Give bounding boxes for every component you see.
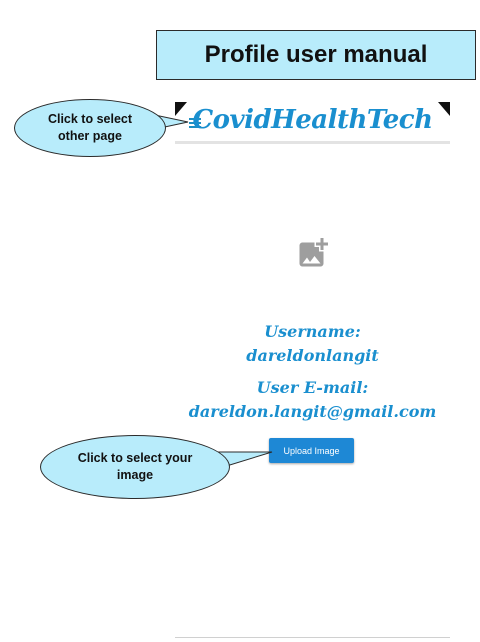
add-photo-icon[interactable] xyxy=(295,235,331,271)
username-value: dareldonlangit xyxy=(246,346,379,365)
app-brand-title: CovidHealthTech xyxy=(192,105,433,135)
upload-image-button[interactable]: Upload Image xyxy=(269,438,354,463)
email-label: User E-mail: xyxy=(256,378,369,397)
app-header: CovidHealthTech xyxy=(175,102,450,144)
manual-title-box: Profile user manual xyxy=(156,30,476,80)
upload-callout-text: Click to select your image xyxy=(77,451,193,482)
menu-callout-text: Click to select other page xyxy=(47,112,133,143)
email-value: dareldon.langit@gmail.com xyxy=(188,402,437,421)
username-label: Username: xyxy=(264,322,361,341)
menu-callout: Click to select other page xyxy=(14,99,166,157)
manual-title: Profile user manual xyxy=(204,41,428,68)
screen-bottom-divider xyxy=(175,637,450,638)
upload-callout: Click to select your image xyxy=(40,435,230,499)
